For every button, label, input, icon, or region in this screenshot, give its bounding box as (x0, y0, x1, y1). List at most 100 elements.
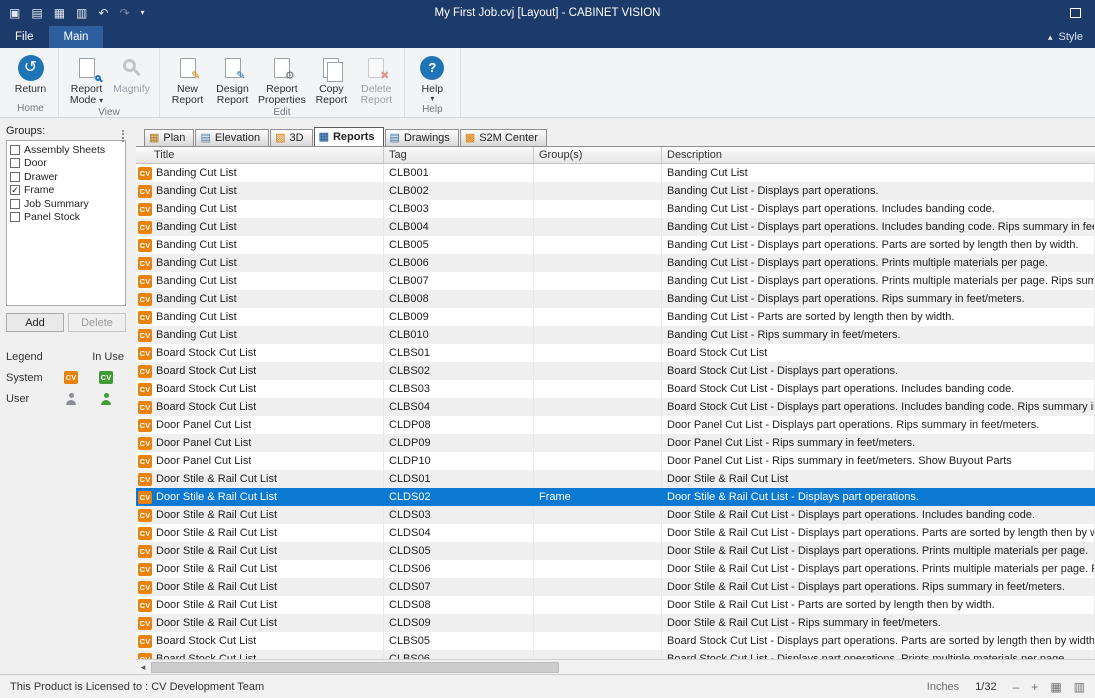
view-tabs: ▦Plan▤Elevation▧3D▦Reports▤Drawings▩S2M … (136, 118, 1095, 146)
row-tag: CLDS07 (384, 578, 534, 596)
row-title: Board Stock Cut List (156, 347, 256, 359)
row-description: Board Stock Cut List (662, 344, 1095, 362)
sidebar-item-drawer[interactable]: Drawer (7, 170, 125, 184)
return-button[interactable]: ↺ Return (8, 52, 53, 96)
sidebar-item-panel-stock[interactable]: Panel Stock (7, 211, 125, 225)
tab-3d[interactable]: ▧3D (270, 129, 312, 146)
sidebar-item-door[interactable]: Door (7, 157, 125, 171)
new-report-button[interactable]: New Report (165, 52, 210, 107)
zoom-in-icon[interactable]: + (1031, 681, 1038, 693)
tab-plan[interactable]: ▦Plan (144, 129, 194, 146)
tab-elevation[interactable]: ▤Elevation (195, 129, 269, 146)
elevation-icon: ▤ (200, 133, 210, 144)
checkbox-door[interactable] (10, 158, 20, 168)
tab-s2m-center[interactable]: ▩S2M Center (460, 129, 547, 146)
row-description: Board Stock Cut List - Displays part ope… (662, 650, 1095, 659)
save-icon[interactable]: ▦ (54, 7, 65, 19)
table-row[interactable]: CVDoor Stile & Rail Cut ListCLDS07Door S… (136, 578, 1095, 596)
row-tag: CLDS09 (384, 614, 534, 632)
table-row[interactable]: CVBanding Cut ListCLB005Banding Cut List… (136, 236, 1095, 254)
checkbox-drawer[interactable] (10, 172, 20, 182)
row-description: Board Stock Cut List - Displays part ope… (662, 362, 1095, 380)
table-row[interactable]: CVBanding Cut ListCLB007Banding Cut List… (136, 272, 1095, 290)
table-row[interactable]: CVDoor Panel Cut ListCLDP09Door Panel Cu… (136, 434, 1095, 452)
row-title: Banding Cut List (156, 185, 237, 197)
table-row[interactable]: CVBoard Stock Cut ListCLBS03Board Stock … (136, 380, 1095, 398)
sidebar-item-assembly-sheets[interactable]: Assembly Sheets (7, 143, 125, 157)
table-row[interactable]: CVDoor Stile & Rail Cut ListCLDS09Door S… (136, 614, 1095, 632)
redo-icon[interactable]: ↷ (119, 7, 129, 19)
titlebar: ▣▤▦▥↶↷▾ My First Job.cvj [Layout] - CABI… (0, 0, 1095, 26)
table-row[interactable]: CVBoard Stock Cut ListCLBS05Board Stock … (136, 632, 1095, 650)
table-row[interactable]: CVDoor Panel Cut ListCLDP10Door Panel Cu… (136, 452, 1095, 470)
qat-dropdown-icon[interactable]: ▾ (141, 9, 145, 17)
row-tag: CLDS04 (384, 524, 534, 542)
table-row[interactable]: CVBanding Cut ListCLB009Banding Cut List… (136, 308, 1095, 326)
cv-report-icon: CV (138, 419, 152, 432)
return-label: Return (15, 84, 47, 95)
checkbox-panel-stock[interactable] (10, 212, 20, 222)
help-button[interactable]: ? Help ▾ (410, 52, 455, 104)
grid-view-icon[interactable]: ▦ (1050, 681, 1061, 693)
menu-tab-main[interactable]: Main (49, 26, 104, 48)
sidebar-item-frame[interactable]: ✓Frame (7, 184, 125, 198)
zoom-out-icon[interactable]: – (1013, 681, 1020, 693)
tab-drawings[interactable]: ▤Drawings (385, 129, 459, 146)
row-groups (534, 506, 662, 524)
table-row[interactable]: CVBoard Stock Cut ListCLBS06Board Stock … (136, 650, 1095, 659)
row-tag: CLB001 (384, 164, 534, 182)
scrollbar-thumb[interactable] (151, 662, 559, 673)
table-row[interactable]: CVBoard Stock Cut ListCLBS04Board Stock … (136, 398, 1095, 416)
table-row[interactable]: CVBanding Cut ListCLB008Banding Cut List… (136, 290, 1095, 308)
report-properties-button[interactable]: Report Properties (255, 52, 309, 107)
design-report-button[interactable]: Design Report (210, 52, 255, 107)
report-toolbar-icon[interactable]: ▥ (76, 7, 87, 19)
table-row[interactable]: CVDoor Stile & Rail Cut ListCLDS02FrameD… (136, 488, 1095, 506)
row-title: Door Stile & Rail Cut List (156, 617, 277, 629)
sidebar-item-job-summary[interactable]: Job Summary (7, 197, 125, 211)
copy-report-button[interactable]: Copy Report (309, 52, 354, 107)
table-row[interactable]: CVBoard Stock Cut ListCLBS01Board Stock … (136, 344, 1095, 362)
style-button[interactable]: Style (1059, 31, 1083, 43)
menu-tab-file[interactable]: File (0, 26, 49, 48)
maximize-button[interactable] (1070, 8, 1081, 18)
table-row[interactable]: CVDoor Stile & Rail Cut ListCLDS05Door S… (136, 542, 1095, 560)
table-row[interactable]: CVBoard Stock Cut ListCLBS02Board Stock … (136, 362, 1095, 380)
report-mode-button[interactable]: Report Mode ▾ (64, 52, 109, 107)
splitter-handle[interactable] (122, 130, 124, 142)
magnify-label: Magnify (113, 84, 150, 95)
horizontal-scrollbar[interactable]: ◂ (136, 659, 1095, 674)
design-report-icon (225, 58, 241, 78)
column-header-title[interactable]: Title (136, 147, 384, 163)
table-row[interactable]: CVDoor Panel Cut ListCLDP08Door Panel Cu… (136, 416, 1095, 434)
collapse-ribbon-icon[interactable]: ▴ (1048, 32, 1053, 43)
column-header-groups[interactable]: Group(s) (534, 147, 662, 163)
table-row[interactable]: CVDoor Stile & Rail Cut ListCLDS08Door S… (136, 596, 1095, 614)
table-row[interactable]: CVDoor Stile & Rail Cut ListCLDS04Door S… (136, 524, 1095, 542)
table-row[interactable]: CVBanding Cut ListCLB002Banding Cut List… (136, 182, 1095, 200)
checkbox-assembly-sheets[interactable] (10, 145, 20, 155)
table-row[interactable]: CVDoor Stile & Rail Cut ListCLDS03Door S… (136, 506, 1095, 524)
table-row[interactable]: CVDoor Stile & Rail Cut ListCLDS06Door S… (136, 560, 1095, 578)
table-row[interactable]: CVBanding Cut ListCLB003Banding Cut List… (136, 200, 1095, 218)
column-header-description[interactable]: Description (662, 147, 1095, 163)
tab-reports[interactable]: ▦Reports (314, 127, 384, 146)
table-row[interactable]: CVBanding Cut ListCLB004Banding Cut List… (136, 218, 1095, 236)
screen-icon[interactable]: ▤ (31, 7, 42, 19)
checkbox-frame[interactable]: ✓ (10, 185, 20, 195)
row-groups (534, 614, 662, 632)
row-title: Door Stile & Rail Cut List (156, 581, 277, 593)
tab-label: S2M Center (479, 132, 538, 144)
table-row[interactable]: CVBanding Cut ListCLB001Banding Cut List (136, 164, 1095, 182)
sheet-view-icon[interactable]: ▥ (1074, 681, 1085, 693)
table-row[interactable]: CVBanding Cut ListCLB010Banding Cut List… (136, 326, 1095, 344)
add-group-button[interactable]: Add (6, 313, 64, 332)
table-row[interactable]: CVBanding Cut ListCLB006Banding Cut List… (136, 254, 1095, 272)
cv-report-icon: CV (138, 347, 152, 360)
checkbox-job-summary[interactable] (10, 199, 20, 209)
table-row[interactable]: CVDoor Stile & Rail Cut ListCLDS01Door S… (136, 470, 1095, 488)
column-header-tag[interactable]: Tag (384, 147, 534, 163)
scroll-left-icon[interactable]: ◂ (136, 661, 150, 674)
undo-icon[interactable]: ↶ (98, 7, 108, 19)
app-icon[interactable]: ▣ (9, 7, 20, 19)
